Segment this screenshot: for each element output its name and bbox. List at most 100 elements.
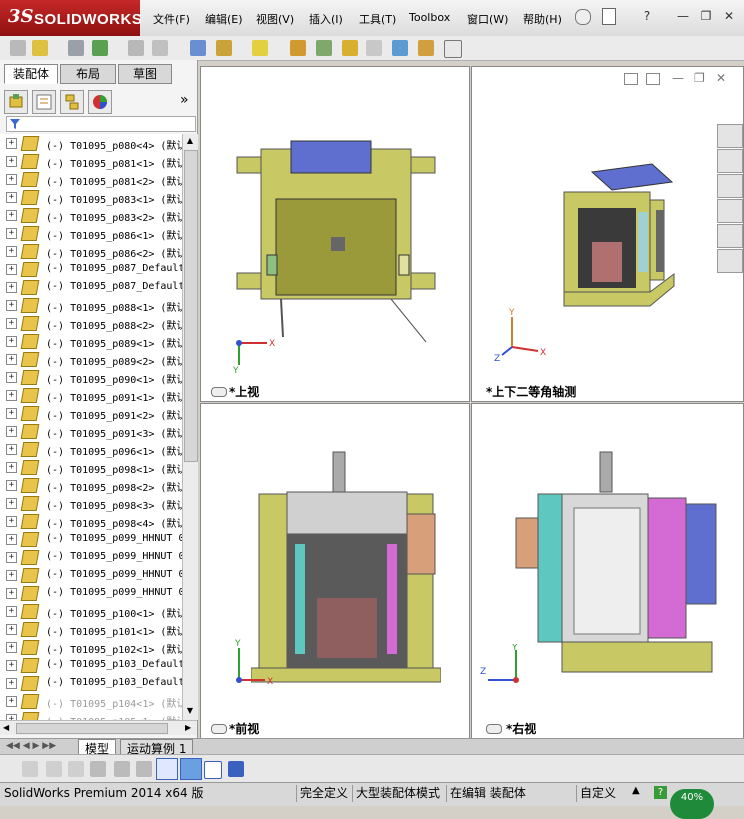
move-component-icon[interactable] — [152, 40, 168, 56]
viewport-right[interactable]: Y Z *右视 — [471, 403, 744, 739]
model-view-icon[interactable] — [22, 761, 38, 777]
expand-icon[interactable]: + — [6, 660, 17, 671]
bill-of-materials-icon[interactable] — [316, 40, 332, 56]
tree-item[interactable]: + (-) T01095_p080<4> (默认 — [0, 134, 182, 152]
tree-item[interactable]: + (-) T01095_p099_HHNUT 0 — [0, 530, 182, 548]
tree-item[interactable]: + (-) T01095_p090<1> (默认 — [0, 368, 182, 386]
property-manager-icon[interactable] — [32, 90, 56, 114]
expand-icon[interactable]: + — [6, 318, 17, 329]
menu-insert[interactable]: 插入(I) — [309, 11, 343, 27]
smart-fasteners-icon[interactable] — [128, 40, 144, 56]
expand-icon[interactable]: + — [6, 156, 17, 167]
expand-icon[interactable]: + — [6, 282, 17, 293]
menu-tools[interactable]: 工具(T) — [359, 11, 396, 27]
reference-geometry-icon[interactable] — [252, 40, 268, 56]
hatch-icon[interactable] — [114, 761, 130, 777]
tree-item[interactable]: + (-) T01095_p104<1> (默认 — [0, 692, 182, 710]
tree-item[interactable]: + (-) T01095_p096<1> (默认 — [0, 440, 182, 458]
shaded-view-icon[interactable] — [180, 758, 202, 780]
menu-file[interactable]: 文件(F) — [153, 11, 190, 27]
new-assembly-icon[interactable] — [10, 40, 26, 56]
new-motion-study-icon[interactable] — [290, 40, 306, 56]
expand-icon[interactable]: + — [6, 300, 17, 311]
feature-tree-icon[interactable] — [4, 90, 28, 114]
tree-item[interactable]: + (-) T01095_p088<2> (默认 — [0, 314, 182, 332]
h-scrollbar-thumb[interactable] — [16, 723, 168, 734]
expand-icon[interactable]: + — [6, 498, 17, 509]
tree-item[interactable]: + (-) T01095_p089<1> (默认 — [0, 332, 182, 350]
expand-icon[interactable]: + — [6, 390, 17, 401]
new-document-icon[interactable] — [602, 8, 616, 25]
tree-item[interactable]: + (-) T01095_p087_Default — [0, 260, 182, 278]
tree-item[interactable]: + (-) T01095_p100<1> (默认 — [0, 602, 182, 620]
tree-item[interactable]: +(-) T01095_p105<1> (默认 — [0, 710, 182, 720]
minimize-button[interactable]: — — [674, 9, 692, 23]
tree-item[interactable]: + (-) T01095_p098<2> (默认 — [0, 476, 182, 494]
explode-line-icon[interactable] — [366, 40, 382, 56]
expand-icon[interactable]: + — [6, 336, 17, 347]
display-manager-icon[interactable] — [88, 90, 112, 114]
tree-vertical-scrollbar[interactable]: ▲ ▼ — [182, 134, 198, 720]
tree-item[interactable]: + (-) T01095_p086<1> (默认 — [0, 224, 182, 242]
menu-window[interactable]: 窗口(W) — [467, 11, 508, 27]
tree-item[interactable]: + (-) T01095_p098<3> (默认 — [0, 494, 182, 512]
menu-view[interactable]: 视图(V) — [256, 11, 294, 27]
arrows-icon[interactable] — [136, 761, 152, 777]
expand-icon[interactable]: + — [6, 588, 17, 599]
instant3d-icon[interactable] — [444, 40, 462, 58]
status-units-custom[interactable]: 自定义 — [576, 785, 619, 802]
tree-item[interactable]: + (-) T01095_p087_Default — [0, 278, 182, 296]
expand-icon[interactable]: + — [6, 534, 17, 545]
tree-filter-field[interactable] — [6, 116, 196, 132]
tree-item[interactable]: + (-) T01095_p086<2> (默认 — [0, 242, 182, 260]
show-hidden-icon[interactable] — [190, 40, 206, 56]
expand-panel-icon[interactable]: » — [180, 92, 189, 108]
expand-icon[interactable]: + — [6, 642, 17, 653]
expand-icon[interactable]: + — [6, 264, 17, 275]
tree-item[interactable]: + (-) T01095_p081<2> (默认 — [0, 170, 182, 188]
design-library-icon[interactable] — [717, 149, 743, 173]
expand-icon[interactable]: + — [6, 480, 17, 491]
viewport-split-icon[interactable] — [646, 73, 660, 85]
viewport-restore-icon[interactable]: ❐ — [694, 71, 705, 85]
tree-item[interactable]: + (-) T01095_p098<4> (默认 — [0, 512, 182, 530]
motion-icon[interactable] — [46, 761, 62, 777]
insert-components-icon[interactable] — [32, 40, 48, 56]
tree-item[interactable]: + (-) T01095_p091<3> (默认 — [0, 422, 182, 440]
tab-assembly[interactable]: 装配体 — [4, 64, 58, 84]
viewport-front[interactable]: Y X *前视 — [200, 403, 470, 739]
tree-item[interactable]: + (-) T01095_p083<1> (默认 — [0, 188, 182, 206]
scroll-right-icon[interactable]: ▶ — [185, 723, 191, 732]
expand-icon[interactable]: + — [6, 462, 17, 473]
viewport-close-icon[interactable]: ✕ — [716, 71, 726, 85]
solidworks-resources-icon[interactable] — [717, 124, 743, 148]
scroll-down-icon[interactable]: ▼ — [185, 706, 195, 716]
expand-icon[interactable]: + — [6, 552, 17, 563]
scrollbar-thumb[interactable] — [184, 150, 198, 462]
expand-icon[interactable]: + — [6, 138, 17, 149]
expand-icon[interactable]: + — [6, 246, 17, 257]
tree-item[interactable]: + (-) T01095_p103_Default — [0, 656, 182, 674]
tree-item[interactable]: + (-) T01095_p091<1> (默认 — [0, 386, 182, 404]
expand-icon[interactable]: + — [6, 606, 17, 617]
expand-icon[interactable]: + — [6, 354, 17, 365]
expand-icon[interactable]: + — [6, 426, 17, 437]
tree-item[interactable]: + (-) T01095_p099_HHNUT 0 — [0, 566, 182, 584]
close-button[interactable]: ✕ — [720, 9, 738, 23]
tab-layout[interactable]: 布局 — [60, 64, 116, 84]
tree-item[interactable]: + (-) T01095_p088<1> (默认 — [0, 296, 182, 314]
render-icon[interactable] — [68, 761, 84, 777]
expand-icon[interactable]: + — [6, 174, 17, 185]
pin-icon[interactable] — [575, 9, 591, 25]
menu-toolbox[interactable]: Toolbox — [409, 11, 450, 24]
expand-icon[interactable]: + — [6, 570, 17, 581]
viewport-tile-icon[interactable] — [624, 73, 638, 85]
tree-item[interactable]: + (-) T01095_p101<1> (默认 — [0, 620, 182, 638]
menu-edit[interactable]: 编辑(E) — [205, 11, 243, 27]
help-icon[interactable]: ? — [638, 9, 656, 23]
solidworks-logo[interactable]: 3S SOLIDWORKS — [0, 0, 142, 36]
sketch-axis-icon[interactable] — [156, 758, 178, 780]
viewport-isometric[interactable]: — ❐ ✕ Y X Z *上下二等角轴测 — [471, 66, 744, 402]
tree-item[interactable]: + (-) T01095_p098<1> (默认 — [0, 458, 182, 476]
scroll-left-icon[interactable]: ◀ — [3, 723, 9, 732]
